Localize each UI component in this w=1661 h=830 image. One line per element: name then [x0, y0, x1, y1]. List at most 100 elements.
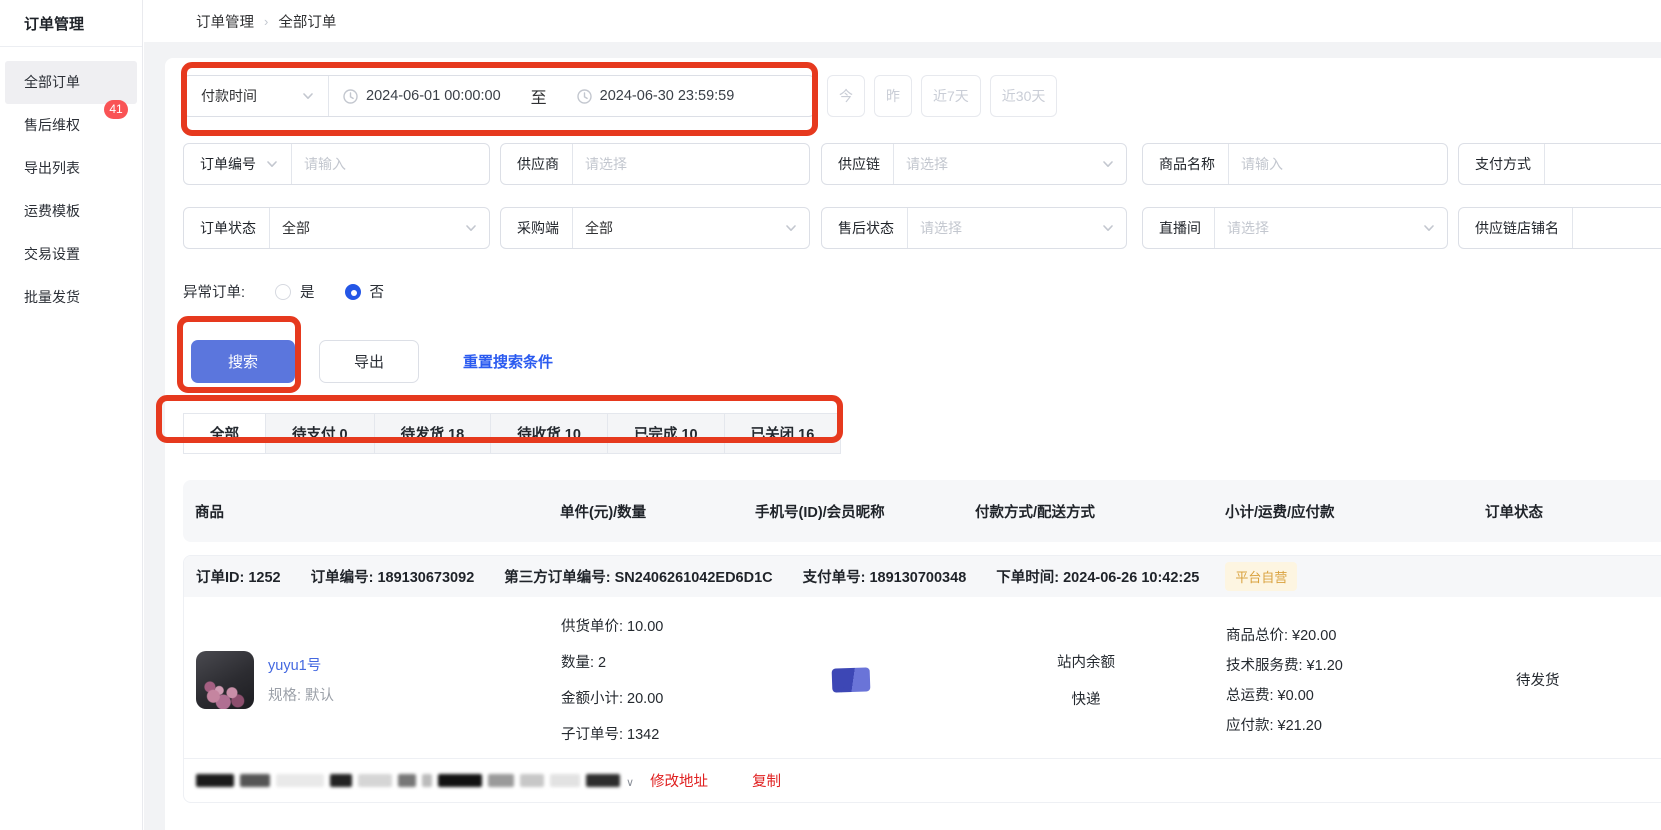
address-row: ∨ 修改地址 复制 — [184, 758, 1661, 802]
export-button[interactable]: 导出 — [319, 340, 419, 383]
quick-date-buttons: 今 昨 近7天 近30天 — [827, 75, 1057, 117]
time-filter-row: 付款时间 2024-06-01 00:00:00 至 2024-06-30 23… — [183, 75, 1661, 117]
col-header-member: 手机号(ID)/会员昵称 — [740, 501, 960, 522]
pay-method-select[interactable] — [1545, 144, 1661, 184]
reset-filters-link[interactable]: 重置搜索条件 — [463, 351, 553, 372]
payment-no: 支付单号: 189130700348 — [803, 566, 967, 587]
aftersale-status-select[interactable]: 请选择 — [908, 208, 1126, 248]
col-header-status: 订单状态 — [1470, 501, 1661, 522]
quick-30days-button[interactable]: 近30天 — [990, 75, 1058, 117]
order-status-cell: 待发货 — [1471, 669, 1661, 690]
supply-chain-select[interactable]: 请选择 — [894, 144, 1126, 184]
product-name-field: 商品名称 — [1142, 143, 1448, 185]
orders-table-header: 商品 单件(元)/数量 手机号(ID)/会员昵称 付款方式/配送方式 小计/运费… — [183, 480, 1661, 542]
aftersale-status-field: 售后状态 请选择 — [821, 207, 1127, 249]
purchase-side-select[interactable]: 全部 — [573, 208, 809, 248]
order-no-type-select[interactable]: 订单编号 — [184, 144, 292, 184]
redacted-address — [196, 774, 620, 787]
filter-and-orders-card: 付款时间 2024-06-01 00:00:00 至 2024-06-30 23… — [165, 58, 1661, 830]
third-party-order-no: 第三方订单编号: SN2406261042ED6D1C — [504, 566, 772, 587]
subtotal-cell: 商品总价: ¥20.00 技术服务费: ¥1.20 总运费: ¥0.00 应付款… — [1211, 624, 1471, 735]
quick-today-button[interactable]: 今 — [827, 75, 865, 117]
tab-completed[interactable]: 已完成 10 — [607, 413, 725, 454]
chevron-down-icon — [302, 90, 314, 102]
tab-pending-receipt[interactable]: 待收货 10 — [490, 413, 608, 454]
start-datetime-input[interactable]: 2024-06-01 00:00:00 — [329, 88, 515, 104]
sidebar-item-aftersale[interactable]: 售后维权 41 — [0, 104, 142, 147]
order-body-row: yuyu1号 规格: 默认 供货单价: 10.00 数量: 2 金额小计: 20… — [184, 597, 1661, 758]
product-image[interactable] — [196, 651, 254, 709]
aftersale-count-badge: 41 — [104, 100, 128, 119]
supplier-select[interactable]: 请选择 — [573, 144, 809, 184]
chevron-down-icon — [1102, 158, 1114, 170]
main-area: 订单管理 › 全部订单 付款时间 2024-06-01 00:00:00 至 — [144, 0, 1661, 830]
sidebar-item-freight-template[interactable]: 运费模板 — [0, 190, 142, 233]
radio-unchecked-icon — [275, 284, 291, 300]
order-time: 下单时间: 2024-06-26 10:42:25 — [996, 566, 1199, 587]
supply-chain-shop-select[interactable] — [1573, 208, 1661, 248]
action-row: 搜索 导出 重置搜索条件 — [183, 340, 1661, 383]
order-meta-bar: 订单ID: 1252 订单编号: 189130673092 第三方订单编号: S… — [184, 556, 1661, 597]
quick-7days-button[interactable]: 近7天 — [921, 75, 981, 117]
tab-pending-payment[interactable]: 待支付 0 — [265, 413, 375, 454]
breadcrumb-root[interactable]: 订单管理 — [196, 11, 254, 32]
supplier-field: 供应商 请选择 — [500, 143, 810, 185]
sidebar-item-batch-ship[interactable]: 批量发货 — [0, 276, 142, 319]
chevron-down-icon: ∨ — [626, 776, 634, 789]
product-name-input[interactable] — [1241, 156, 1435, 172]
clock-icon — [343, 89, 358, 104]
breadcrumb: 订单管理 › 全部订单 — [144, 0, 1661, 42]
order-no-input[interactable] — [304, 156, 477, 172]
filter-row-3: 订单状态 全部 采购端 全部 售后状态 请选择 — [183, 207, 1661, 249]
redacted-member-avatar — [832, 667, 871, 692]
col-header-pay-delivery: 付款方式/配送方式 — [960, 501, 1210, 522]
live-room-select[interactable]: 请选择 — [1215, 208, 1447, 248]
breadcrumb-separator-icon: › — [264, 14, 268, 29]
filter-row-2: 订单编号 供应商 请选择 供应链 请选择 商品名 — [183, 143, 1661, 185]
abnormal-order-label: 异常订单: — [183, 281, 245, 302]
supply-chain-field: 供应链 请选择 — [821, 143, 1127, 185]
live-room-field: 直播间 请选择 — [1142, 207, 1448, 249]
order-management-page: 订单管理 全部订单 售后维权 41 导出列表 运费模板 交易设置 批量发货 订单… — [0, 0, 1661, 830]
chevron-down-icon — [1102, 222, 1114, 234]
sidebar-item-trade-settings[interactable]: 交易设置 — [0, 233, 142, 276]
clock-icon — [577, 89, 592, 104]
sidebar-item-export-list[interactable]: 导出列表 — [0, 147, 142, 190]
tab-all[interactable]: 全部 — [183, 413, 266, 454]
quick-yesterday-button[interactable]: 昨 — [874, 75, 912, 117]
time-type-select[interactable]: 付款时间 — [184, 76, 329, 116]
pay-method-field: 支付方式 — [1458, 143, 1661, 185]
breadcrumb-current: 全部订单 — [278, 11, 336, 32]
order-status-tabs: 全部 待支付 0 待发货 18 待收货 10 已完成 10 已关闭 16 — [183, 413, 1661, 454]
purchase-side-field: 采购端 全部 — [500, 207, 810, 249]
order-row-group: 订单ID: 1252 订单编号: 189130673092 第三方订单编号: S… — [183, 555, 1661, 803]
sidebar: 订单管理 全部订单 售后维权 41 导出列表 运费模板 交易设置 批量发货 — [0, 0, 143, 830]
date-range-to-label: 至 — [531, 84, 547, 108]
order-no-field: 订单编号 — [183, 143, 490, 185]
search-button[interactable]: 搜索 — [191, 340, 295, 383]
order-no: 订单编号: 189130673092 — [311, 566, 475, 587]
chevron-down-icon — [465, 222, 477, 234]
platform-self-badge: 平台自营 — [1225, 562, 1297, 591]
pay-delivery-cell: 站内余额 快递 — [961, 651, 1211, 709]
edit-address-link[interactable]: 修改地址 — [650, 770, 708, 791]
chevron-down-icon — [785, 222, 797, 234]
supply-chain-shop-field: 供应链店铺名 — [1458, 207, 1661, 249]
order-status-select[interactable]: 全部 — [270, 208, 489, 248]
chevron-down-icon — [266, 158, 278, 170]
col-header-product: 商品 — [183, 501, 545, 522]
tab-closed[interactable]: 已关闭 16 — [724, 413, 842, 454]
product-name-link[interactable]: yuyu1号 — [268, 654, 334, 675]
chevron-down-icon — [1423, 222, 1435, 234]
copy-address-link[interactable]: 复制 — [752, 770, 781, 791]
sidebar-item-all-orders[interactable]: 全部订单 — [5, 61, 137, 104]
end-datetime-input[interactable]: 2024-06-30 23:59:59 — [563, 88, 749, 104]
tab-pending-shipment[interactable]: 待发货 18 — [374, 413, 492, 454]
abnormal-no-radio[interactable]: 否 — [315, 281, 385, 302]
order-status-field: 订单状态 全部 — [183, 207, 490, 249]
sidebar-title: 订单管理 — [0, 0, 142, 47]
abnormal-yes-radio[interactable]: 是 — [245, 281, 315, 302]
member-cell — [741, 668, 961, 692]
col-header-subtotal: 小计/运费/应付款 — [1210, 501, 1470, 522]
col-header-unit-qty: 单件(元)/数量 — [545, 501, 740, 522]
